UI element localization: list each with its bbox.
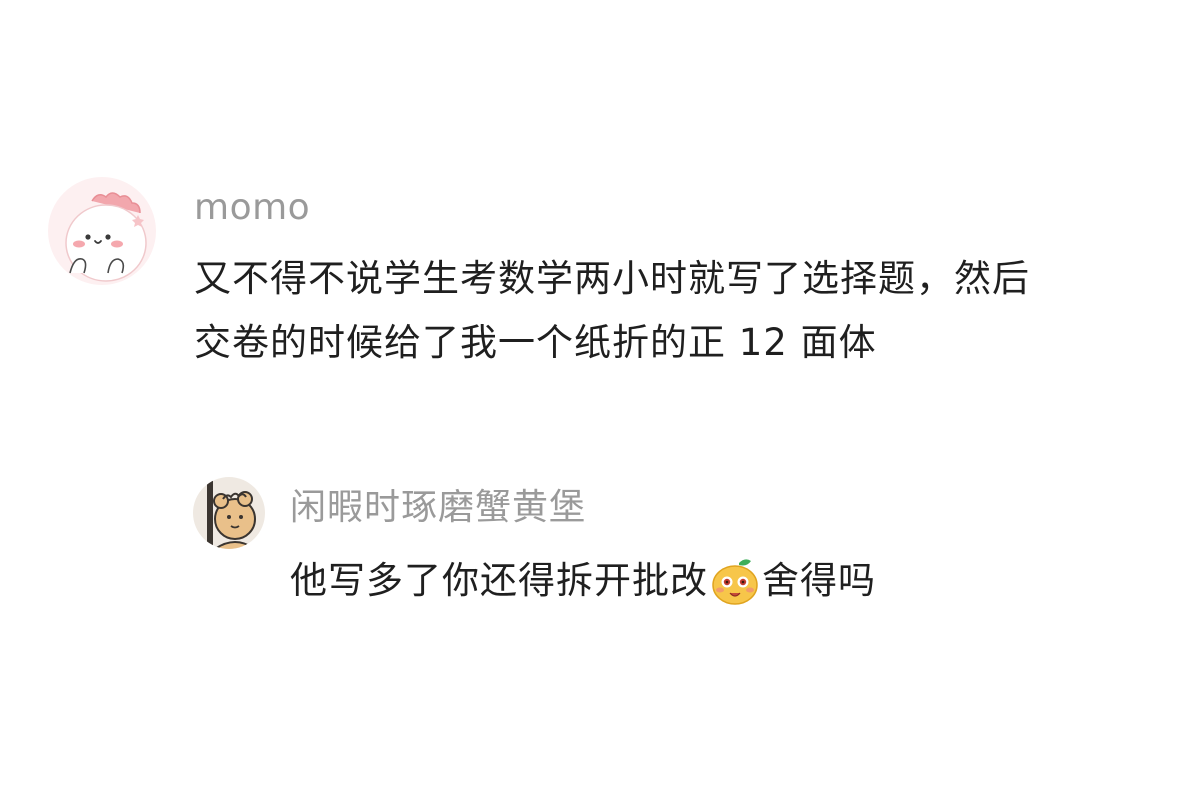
comment-text: 又不得不说学生考数学两小时就写了选择题，然后 交卷的时候给了我一个纸折的正 12…: [194, 247, 1144, 375]
avatar[interactable]: [193, 477, 265, 549]
comment-content: momo 又不得不说学生考数学两小时就写了选择题，然后 交卷的时候给了我一个纸折…: [194, 183, 1144, 375]
reply-text-before-emoji: 他写多了你还得拆开批改: [290, 559, 708, 602]
comment-text-line: 交卷的时候给了我一个纸折的正 12 面体: [194, 321, 877, 364]
pink-dinosaur-avatar-icon: [48, 177, 156, 285]
avatar[interactable]: [48, 177, 156, 285]
cartoon-bear-avatar-icon: [193, 477, 265, 549]
yellow-smiling-emoji-icon: [709, 555, 761, 607]
comment-username[interactable]: momo: [194, 183, 1144, 233]
reply-text-after-emoji: 舍得吗: [762, 559, 876, 602]
reply-text: 他写多了你还得拆开批改 舍得吗: [290, 551, 1090, 611]
comment-thread: momo 又不得不说学生考数学两小时就写了选择题，然后 交卷的时候给了我一个纸折…: [0, 0, 1179, 786]
reply-content: 闲暇时琢磨蟹黄堡 他写多了你还得拆开批改 舍得吗: [290, 483, 1090, 611]
comment-text-line: 又不得不说学生考数学两小时就写了选择题，然后: [194, 257, 1030, 300]
reply-username[interactable]: 闲暇时琢磨蟹黄堡: [290, 483, 1090, 533]
